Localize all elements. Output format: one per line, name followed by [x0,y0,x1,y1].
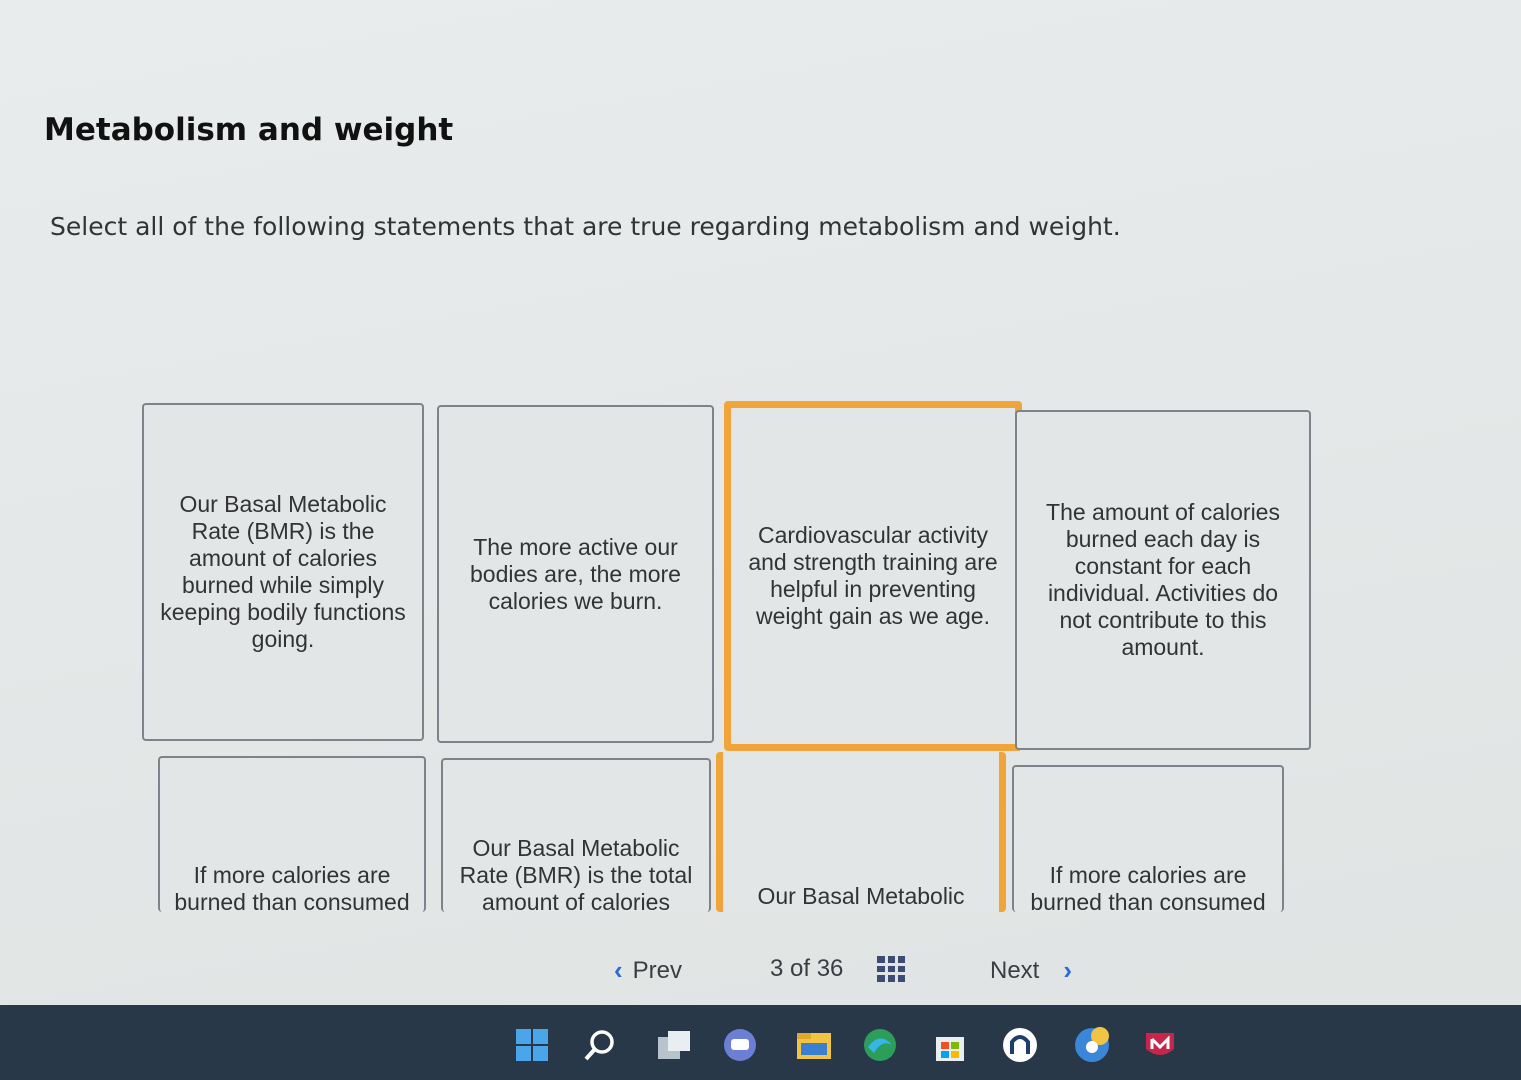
answer-card-5-text: If more calories are burned than consume… [174,862,410,912]
search-icon[interactable] [580,1025,620,1065]
task-view-icon[interactable] [654,1025,694,1065]
chrome-icon[interactable] [1072,1025,1112,1065]
answer-card-2-text: The more active our bodies are, the more… [470,533,681,614]
question-prompt: Select all of the following statements t… [50,212,1121,241]
answer-card-6-text: Our Basal Metabolic Rate (BMR) is the to… [459,835,693,912]
next-label: Next [990,956,1040,984]
answer-card-4-text: The amount of calories burned each day i… [1046,499,1280,660]
answer-card-1[interactable]: Our Basal Metabolic Rate (BMR) is the am… [142,403,424,741]
edge-browser-icon[interactable] [860,1025,900,1065]
prev-button[interactable]: ‹ Prev [614,955,682,986]
taskbar [0,1005,1521,1080]
answer-card-8-text: If more calories are burned than consume… [1030,862,1266,912]
answer-card-8[interactable]: If more calories are burned than consume… [1012,765,1284,912]
windows-start-icon[interactable] [512,1025,552,1065]
answer-card-4[interactable]: The amount of calories burned each day i… [1015,410,1311,750]
next-button[interactable]: Next › [990,955,1072,986]
answer-card-3[interactable]: Cardiovascular activity and strength tra… [724,401,1022,751]
chat-icon[interactable] [720,1025,760,1065]
answer-card-2[interactable]: The more active our bodies are, the more… [437,405,714,743]
page-position[interactable]: 3 of 36 [770,955,906,983]
pagination-bar: ‹ Prev 3 of 36 Next › [0,955,1521,991]
page-position-label: 3 of 36 [770,955,844,982]
chevron-left-icon: ‹ [614,955,623,985]
page-title: Metabolism and weight [44,112,454,148]
store-icon[interactable] [930,1025,970,1065]
answer-card-1-text: Our Basal Metabolic Rate (BMR) is the am… [160,491,406,652]
mcafee-icon[interactable] [1140,1025,1180,1065]
answer-card-7-text: Our Basal Metabolic [757,883,965,909]
answer-card-6[interactable]: Our Basal Metabolic Rate (BMR) is the to… [441,758,711,912]
app-icon[interactable] [1000,1025,1040,1065]
prev-label: Prev [632,956,683,984]
answer-card-3-text: Cardiovascular activity and strength tra… [748,522,998,629]
grid-icon [877,956,906,982]
answer-card-7[interactable]: Our Basal Metabolic [716,752,1006,912]
chevron-right-icon: › [1063,955,1073,985]
answer-card-5[interactable]: If more calories are burned than consume… [158,756,426,912]
file-explorer-icon[interactable] [794,1025,834,1065]
